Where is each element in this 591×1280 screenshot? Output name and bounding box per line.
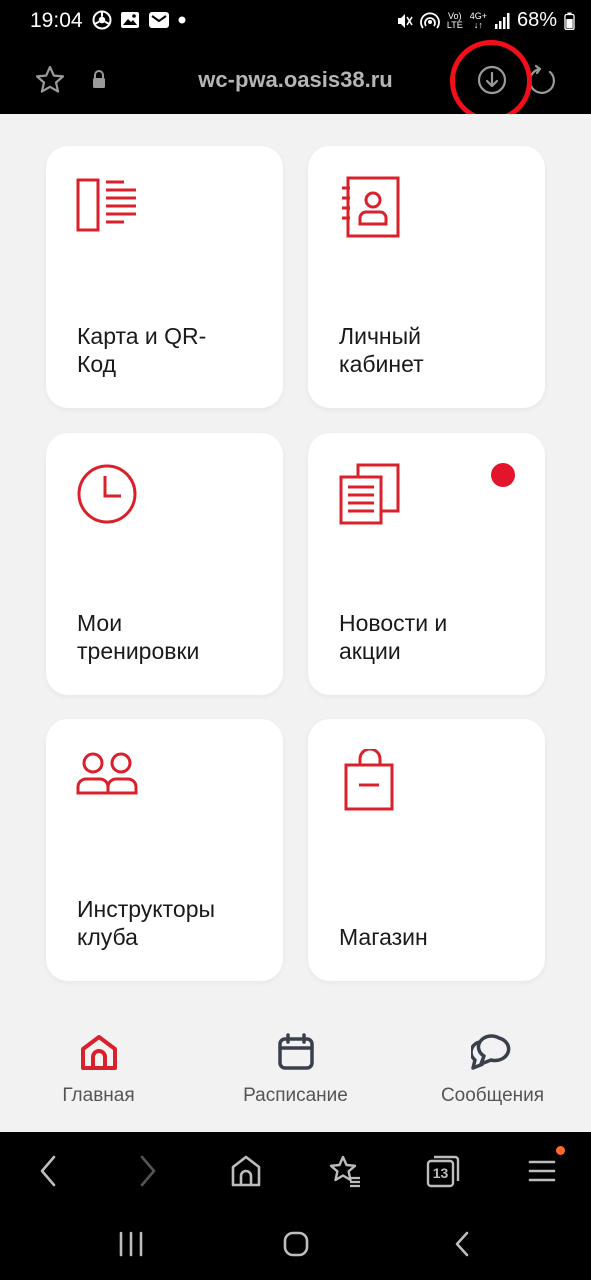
status-bar: 19:04 Vo) LTE 4G+ ↓↑ 68% bbox=[0, 0, 591, 42]
browser-home-icon[interactable] bbox=[230, 1154, 262, 1188]
tile-label: Мои тренировки bbox=[77, 610, 200, 664]
back-icon[interactable] bbox=[38, 1154, 58, 1188]
profile-book-icon bbox=[342, 176, 400, 238]
bookmarks-icon[interactable] bbox=[328, 1154, 362, 1188]
battery-percent: 68% bbox=[516, 9, 557, 31]
news-badge-dot bbox=[491, 463, 515, 487]
home-icon bbox=[80, 1035, 117, 1070]
recent-apps-icon[interactable] bbox=[117, 1230, 145, 1258]
forward-icon[interactable] bbox=[138, 1154, 158, 1188]
tile-card-qr[interactable]: Карта и QR- Код bbox=[46, 146, 283, 408]
mail-icon bbox=[149, 12, 169, 28]
hotspot-icon bbox=[420, 12, 440, 29]
tab-schedule[interactable]: Расписание bbox=[197, 1032, 394, 1107]
shopping-bag-icon bbox=[344, 749, 394, 811]
tile-club-instructors[interactable]: Инструкторы клуба bbox=[46, 719, 283, 981]
clock-icon bbox=[77, 464, 137, 524]
tile-label: Магазин bbox=[339, 924, 428, 950]
id-card-list-icon bbox=[76, 178, 136, 232]
tile-label: Карта и QR- Код bbox=[77, 323, 207, 377]
tile-shop[interactable]: Магазин bbox=[308, 719, 545, 981]
tile-label: Инструкторы клуба bbox=[77, 896, 216, 950]
tabs-button[interactable]: 13 bbox=[425, 1154, 461, 1188]
reload-icon[interactable] bbox=[528, 64, 558, 96]
news-icon bbox=[339, 463, 400, 525]
tab-label: Сообщения bbox=[440, 1085, 545, 1106]
system-back-icon[interactable] bbox=[452, 1230, 472, 1258]
tile-personal-account[interactable]: Личный кабинет bbox=[308, 146, 545, 408]
tile-news-promotions[interactable]: Новости и акции bbox=[308, 433, 545, 695]
users-icon bbox=[76, 752, 138, 795]
calendar-icon bbox=[277, 1033, 314, 1070]
system-navigation-bar bbox=[0, 1210, 591, 1280]
gallery-icon bbox=[121, 12, 139, 28]
tab-label: Расписание bbox=[243, 1085, 348, 1106]
chrome-icon bbox=[92, 10, 112, 30]
status-notification-icons bbox=[92, 10, 186, 30]
tab-count: 13 bbox=[432, 1165, 449, 1181]
menu-notification-dot bbox=[556, 1146, 565, 1155]
volte-indicator: Vo) LTE bbox=[446, 10, 463, 30]
browser-bottom-nav: 13 bbox=[0, 1132, 591, 1210]
network-type: 4G+ ↓↑ bbox=[469, 10, 487, 30]
signal-icon bbox=[494, 12, 510, 29]
tab-label: Главная bbox=[62, 1085, 135, 1106]
tile-label: Личный кабинет bbox=[339, 323, 424, 377]
status-time: 19:04 bbox=[30, 9, 83, 32]
tile-my-workouts[interactable]: Мои тренировки bbox=[46, 433, 283, 695]
system-home-icon[interactable] bbox=[283, 1230, 309, 1258]
status-system-icons: Vo) LTE 4G+ ↓↑ 68% bbox=[395, 9, 575, 32]
more-notifications-dot bbox=[178, 16, 186, 24]
menu-icon[interactable] bbox=[528, 1154, 556, 1188]
tab-home[interactable]: Главная bbox=[0, 1032, 197, 1107]
tab-messages[interactable]: Сообщения bbox=[394, 1032, 591, 1107]
mute-icon bbox=[397, 13, 413, 28]
annotation-highlight-circle bbox=[450, 40, 532, 122]
main-content[interactable]: Карта и QR- Код Личный кабинет Мои трени… bbox=[0, 114, 591, 1002]
bottom-tab-bar: Главная Расписание Сообщения bbox=[0, 1002, 591, 1132]
chat-icon bbox=[468, 1034, 510, 1070]
battery-icon bbox=[564, 12, 575, 30]
tile-label: Новости и акции bbox=[339, 610, 448, 664]
